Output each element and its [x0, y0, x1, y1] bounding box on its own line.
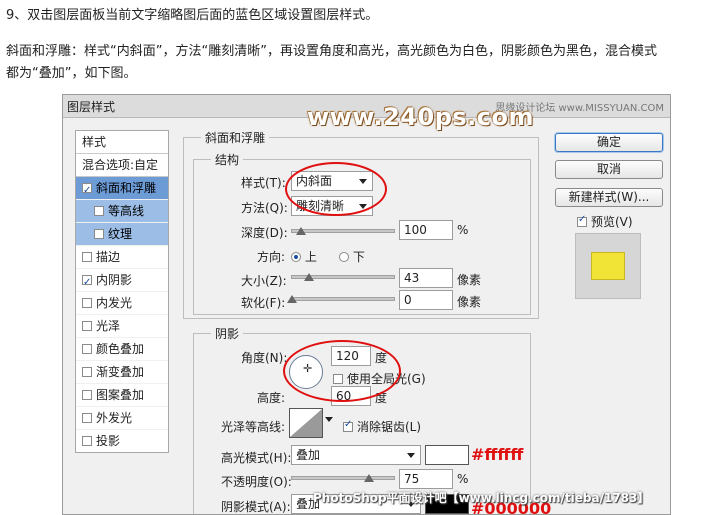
radio-icon[interactable]	[291, 251, 301, 262]
opacity-slider-thumb[interactable]	[364, 474, 374, 482]
article-line-1: 9、双击图层面板当前文字缩略图后面的蓝色区域设置图层样式。	[6, 8, 379, 23]
sidebar-item-contour[interactable]: 等高线	[76, 200, 168, 223]
checkbox-icon[interactable]	[82, 297, 92, 308]
styles-sidebar: 样式 混合选项:自定 斜面和浮雕 等高线 纹理 描边 内阴影 内发光 光泽 颜色…	[75, 130, 169, 453]
gloss-contour-label: 光泽等高线:	[221, 420, 286, 434]
new-style-button[interactable]: 新建样式(W)...	[555, 188, 663, 207]
sidebar-item-color-overlay[interactable]: 颜色叠加	[76, 338, 168, 361]
checkbox-icon[interactable]	[82, 366, 92, 377]
article-line-2: 斜面和浮雕：样式“内斜面”，方法“雕刻清晰”，再设置角度和高光，高光颜色为白色，…	[6, 44, 657, 59]
size-slider-thumb[interactable]	[303, 273, 314, 281]
depth-unit: %	[457, 223, 469, 237]
depth-label: 深度(D):	[241, 226, 288, 240]
sidebar-header: 样式	[76, 131, 168, 154]
direction-up[interactable]: 上	[291, 248, 317, 265]
sidebar-item-drop-shadow[interactable]: 投影	[76, 430, 168, 452]
dialog-title: 图层样式	[67, 100, 116, 114]
preview-thumbnail	[575, 233, 641, 299]
checkbox-icon[interactable]	[82, 320, 92, 331]
soften-label: 软化(F):	[241, 296, 286, 310]
soften-slider-thumb[interactable]	[287, 295, 297, 303]
direction-down[interactable]: 下	[339, 248, 365, 265]
sidebar-item-gradient-overlay[interactable]: 渐变叠加	[76, 361, 168, 384]
sidebar-item-blend-options[interactable]: 混合选项:自定	[76, 154, 168, 177]
antialias-checkbox[interactable]: 消除锯齿(L)	[343, 418, 421, 435]
opacity-slider[interactable]	[291, 476, 395, 480]
shadow-mode-label: 阴影模式(A):	[221, 500, 291, 514]
checkbox-icon[interactable]	[82, 343, 92, 354]
preview-swatch	[591, 252, 625, 280]
technique-label: 方法(Q):	[241, 201, 288, 215]
size-unit: 像素	[457, 273, 482, 287]
annotation-ring-angle	[283, 340, 401, 402]
sidebar-item-stroke[interactable]: 描边	[76, 246, 168, 269]
annotation-ring-style	[285, 162, 387, 216]
angle-label: 角度(N):	[241, 351, 288, 365]
sidebar-item-inner-shadow[interactable]: 内阴影	[76, 269, 168, 294]
checkbox-icon[interactable]	[82, 435, 92, 446]
direction-label: 方向:	[257, 250, 286, 264]
gloss-contour-dropdown[interactable]	[325, 417, 333, 422]
sidebar-item-inner-glow[interactable]: 内发光	[76, 292, 168, 315]
preview-checkbox[interactable]: 预览(V)	[577, 213, 633, 230]
bevel-group-title: 斜面和浮雕	[201, 129, 270, 146]
depth-slider-thumb[interactable]	[296, 227, 307, 235]
checkbox-icon[interactable]	[82, 412, 92, 423]
cancel-button[interactable]: 取消	[555, 160, 663, 179]
depth-slider[interactable]	[291, 229, 395, 233]
checkbox-icon[interactable]	[82, 251, 92, 262]
radio-icon[interactable]	[339, 251, 349, 262]
sidebar-item-texture[interactable]: 纹理	[76, 223, 168, 246]
checkbox-icon[interactable]	[343, 419, 353, 432]
structure-group-title: 结构	[211, 151, 244, 168]
size-label: 大小(Z):	[241, 274, 287, 288]
soften-slider[interactable]	[291, 297, 395, 301]
ok-button[interactable]: 确定	[555, 133, 663, 152]
checkbox-icon[interactable]	[94, 228, 104, 239]
soften-unit: 像素	[457, 295, 482, 309]
opacity-label: 不透明度(O):	[221, 475, 292, 489]
sidebar-item-outer-glow[interactable]: 外发光	[76, 407, 168, 430]
opacity-unit: %	[457, 472, 469, 486]
highlight-color-swatch[interactable]	[425, 445, 469, 465]
layer-style-dialog: 图层样式 思缘设计论坛 www.MISSYUAN.COM www.240ps.c…	[62, 94, 671, 515]
sidebar-item-bevel[interactable]: 斜面和浮雕	[76, 177, 168, 202]
checkbox-icon[interactable]	[82, 389, 92, 400]
shading-group-title: 阴影	[211, 325, 244, 342]
highlight-mode-label: 高光模式(H):	[221, 451, 292, 465]
highlight-color-annotation: #ffffff	[471, 445, 524, 464]
chevron-down-icon	[407, 453, 415, 458]
checkbox-icon[interactable]	[94, 205, 104, 216]
sidebar-item-pattern-overlay[interactable]: 图案叠加	[76, 384, 168, 407]
sidebar-item-satin[interactable]: 光泽	[76, 315, 168, 338]
bottom-watermark: PhotoShop平面设计吧【www.lincg.com/tieba/1783】	[313, 491, 650, 505]
depth-input[interactable]: 100	[399, 220, 453, 240]
article-line-3: 都为“叠加”，如下图。	[6, 66, 137, 81]
soften-input[interactable]: 0	[399, 290, 453, 310]
checkbox-icon[interactable]	[577, 214, 587, 227]
highlight-mode-select[interactable]: 叠加	[291, 445, 421, 465]
contour-icon	[290, 409, 322, 437]
watermark-240ps: www.240ps.com	[307, 103, 534, 131]
checkbox-icon[interactable]	[82, 272, 92, 294]
style-label: 样式(T):	[241, 176, 286, 190]
gloss-contour-swatch[interactable]	[289, 408, 323, 438]
altitude-label: 高度:	[257, 391, 286, 405]
checkbox-icon[interactable]	[82, 180, 92, 202]
size-input[interactable]: 43	[399, 268, 453, 288]
opacity-input[interactable]: 75	[399, 469, 453, 489]
